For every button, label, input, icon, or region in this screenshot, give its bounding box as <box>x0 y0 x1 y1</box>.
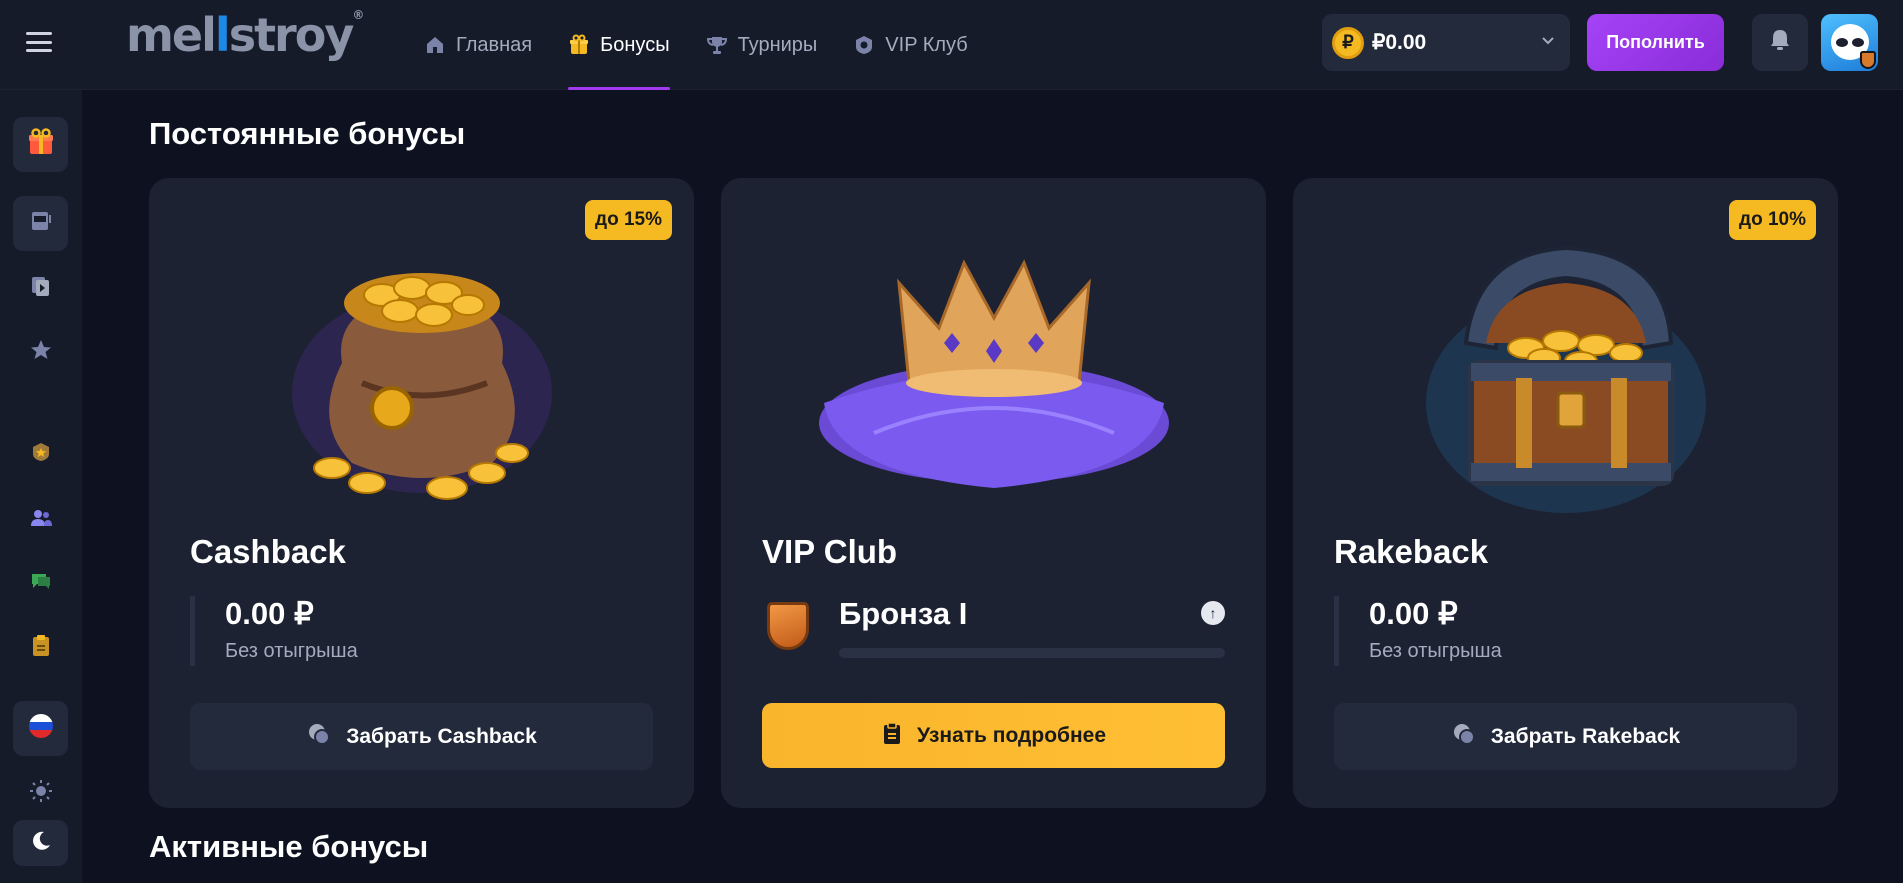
vip-badge-icon <box>30 441 52 468</box>
vip-progress-bar <box>839 648 1225 658</box>
nav-bonuses[interactable]: Бонусы <box>568 0 671 90</box>
chat-icon <box>29 569 53 598</box>
clipboard-icon <box>30 633 52 662</box>
sidebar-item-referrals[interactable] <box>13 493 68 548</box>
rakeback-amount: 0.00 ₽ <box>1369 596 1458 631</box>
rakeback-subtitle: Без отыгрыша <box>1369 640 1502 662</box>
sidebar-item-slots[interactable] <box>13 196 68 251</box>
bell-icon <box>1767 27 1793 58</box>
rank-badge-icon <box>1860 51 1876 69</box>
learn-more-button[interactable]: Узнать подробнее <box>762 703 1225 768</box>
vip-rank: Бронза I ↑ <box>762 596 1225 658</box>
ruble-coin-icon: ₽ <box>1332 26 1364 59</box>
logo[interactable]: mellstroy® <box>126 8 364 62</box>
users-icon <box>29 506 53 535</box>
nav-home[interactable]: Главная <box>424 0 532 90</box>
treasure-chest-illustration <box>1293 233 1838 513</box>
gift-icon <box>568 34 590 56</box>
coins-icon <box>1451 721 1477 753</box>
vip-club-card: VIP Club Бронза I ↑ Узнать подробнее <box>721 178 1266 808</box>
trophy-icon <box>706 34 728 56</box>
nav-vip-label: VIP Клуб <box>885 33 968 56</box>
rakeback-value-block: 0.00 ₽ Без отыгрыша <box>1334 596 1502 666</box>
chevron-down-icon <box>1540 32 1556 53</box>
language-selector[interactable] <box>13 701 68 756</box>
light-theme-toggle[interactable] <box>13 766 68 821</box>
main-nav: Главная Бонусы Турниры VIP Клуб <box>424 0 968 90</box>
arrow-up-icon[interactable]: ↑ <box>1201 601 1225 625</box>
cashback-title: Cashback <box>190 533 346 570</box>
cashback-value-block: 0.00 ₽ Без отыгрыша <box>190 596 358 666</box>
rakeback-card: до 10% Rakeback 0.00 ₽ Без отыгрыша Забр… <box>1293 178 1838 808</box>
sidebar-item-tasks[interactable] <box>13 620 68 675</box>
nav-tournaments-label: Турниры <box>737 33 818 56</box>
live-casino-icon <box>29 274 53 303</box>
bronze-shield-icon <box>767 602 809 650</box>
balance-value: ₽0.00 <box>1372 31 1427 54</box>
slot-machine-icon <box>29 209 53 238</box>
sidebar <box>0 90 82 883</box>
coin-bag-illustration <box>149 233 694 500</box>
sidebar-item-bonuses[interactable] <box>13 117 68 172</box>
learn-more-label: Узнать подробнее <box>916 723 1107 747</box>
section-title-permanent: Постоянные бонусы <box>149 116 466 151</box>
section-title-active: Активные бонусы <box>149 829 429 864</box>
sidebar-item-favorites[interactable] <box>13 325 68 380</box>
vip-club-title: VIP Club <box>762 533 898 570</box>
coins-icon <box>306 721 332 753</box>
russia-flag-icon <box>28 713 54 744</box>
nav-vip[interactable]: VIP Клуб <box>853 0 968 90</box>
home-icon <box>424 34 446 56</box>
panda-eye <box>1836 38 1848 47</box>
dark-theme-toggle[interactable] <box>13 820 68 866</box>
deposit-button[interactable]: Пополнить <box>1587 14 1724 71</box>
cashback-card: до 15% Cashback 0.00 ₽ Без отыгрыша Забр… <box>149 178 694 808</box>
claim-rakeback-label: Забрать Rakeback <box>1490 724 1681 748</box>
notifications-button[interactable] <box>1752 14 1808 71</box>
rakeback-title: Rakeback <box>1334 533 1489 570</box>
vip-badge-icon <box>853 34 875 56</box>
avatar[interactable] <box>1821 14 1878 71</box>
sidebar-item-live[interactable] <box>13 261 68 316</box>
menu-icon[interactable] <box>26 32 52 52</box>
star-icon <box>29 338 53 367</box>
gift-icon <box>26 127 56 162</box>
vip-rank-name: Бронза I <box>839 596 968 631</box>
sidebar-item-chat[interactable] <box>13 556 68 611</box>
main-content: Постоянные бонусы до 15% Cashback 0.00 ₽… <box>82 90 1903 883</box>
moon-icon <box>30 830 52 857</box>
sun-icon <box>29 779 53 808</box>
claim-cashback-button[interactable]: Забрать Cashback <box>190 703 653 770</box>
nav-home-label: Главная <box>456 33 533 56</box>
crown-illustration <box>721 233 1266 493</box>
claim-rakeback-button[interactable]: Забрать Rakeback <box>1334 703 1797 770</box>
top-bar: mellstroy® Главная Бонусы Турниры VIP Кл… <box>0 0 1903 90</box>
nav-tournaments[interactable]: Турниры <box>706 0 818 90</box>
claim-cashback-label: Забрать Cashback <box>346 724 537 748</box>
cashback-amount: 0.00 ₽ <box>225 596 314 631</box>
cashback-subtitle: Без отыгрыша <box>225 640 358 662</box>
clipboard-icon <box>881 721 903 751</box>
nav-bonuses-label: Бонусы <box>600 33 670 56</box>
sidebar-item-vip[interactable] <box>13 427 68 482</box>
balance-dropdown[interactable]: ₽ ₽0.00 <box>1322 14 1570 71</box>
panda-eye <box>1852 38 1864 47</box>
